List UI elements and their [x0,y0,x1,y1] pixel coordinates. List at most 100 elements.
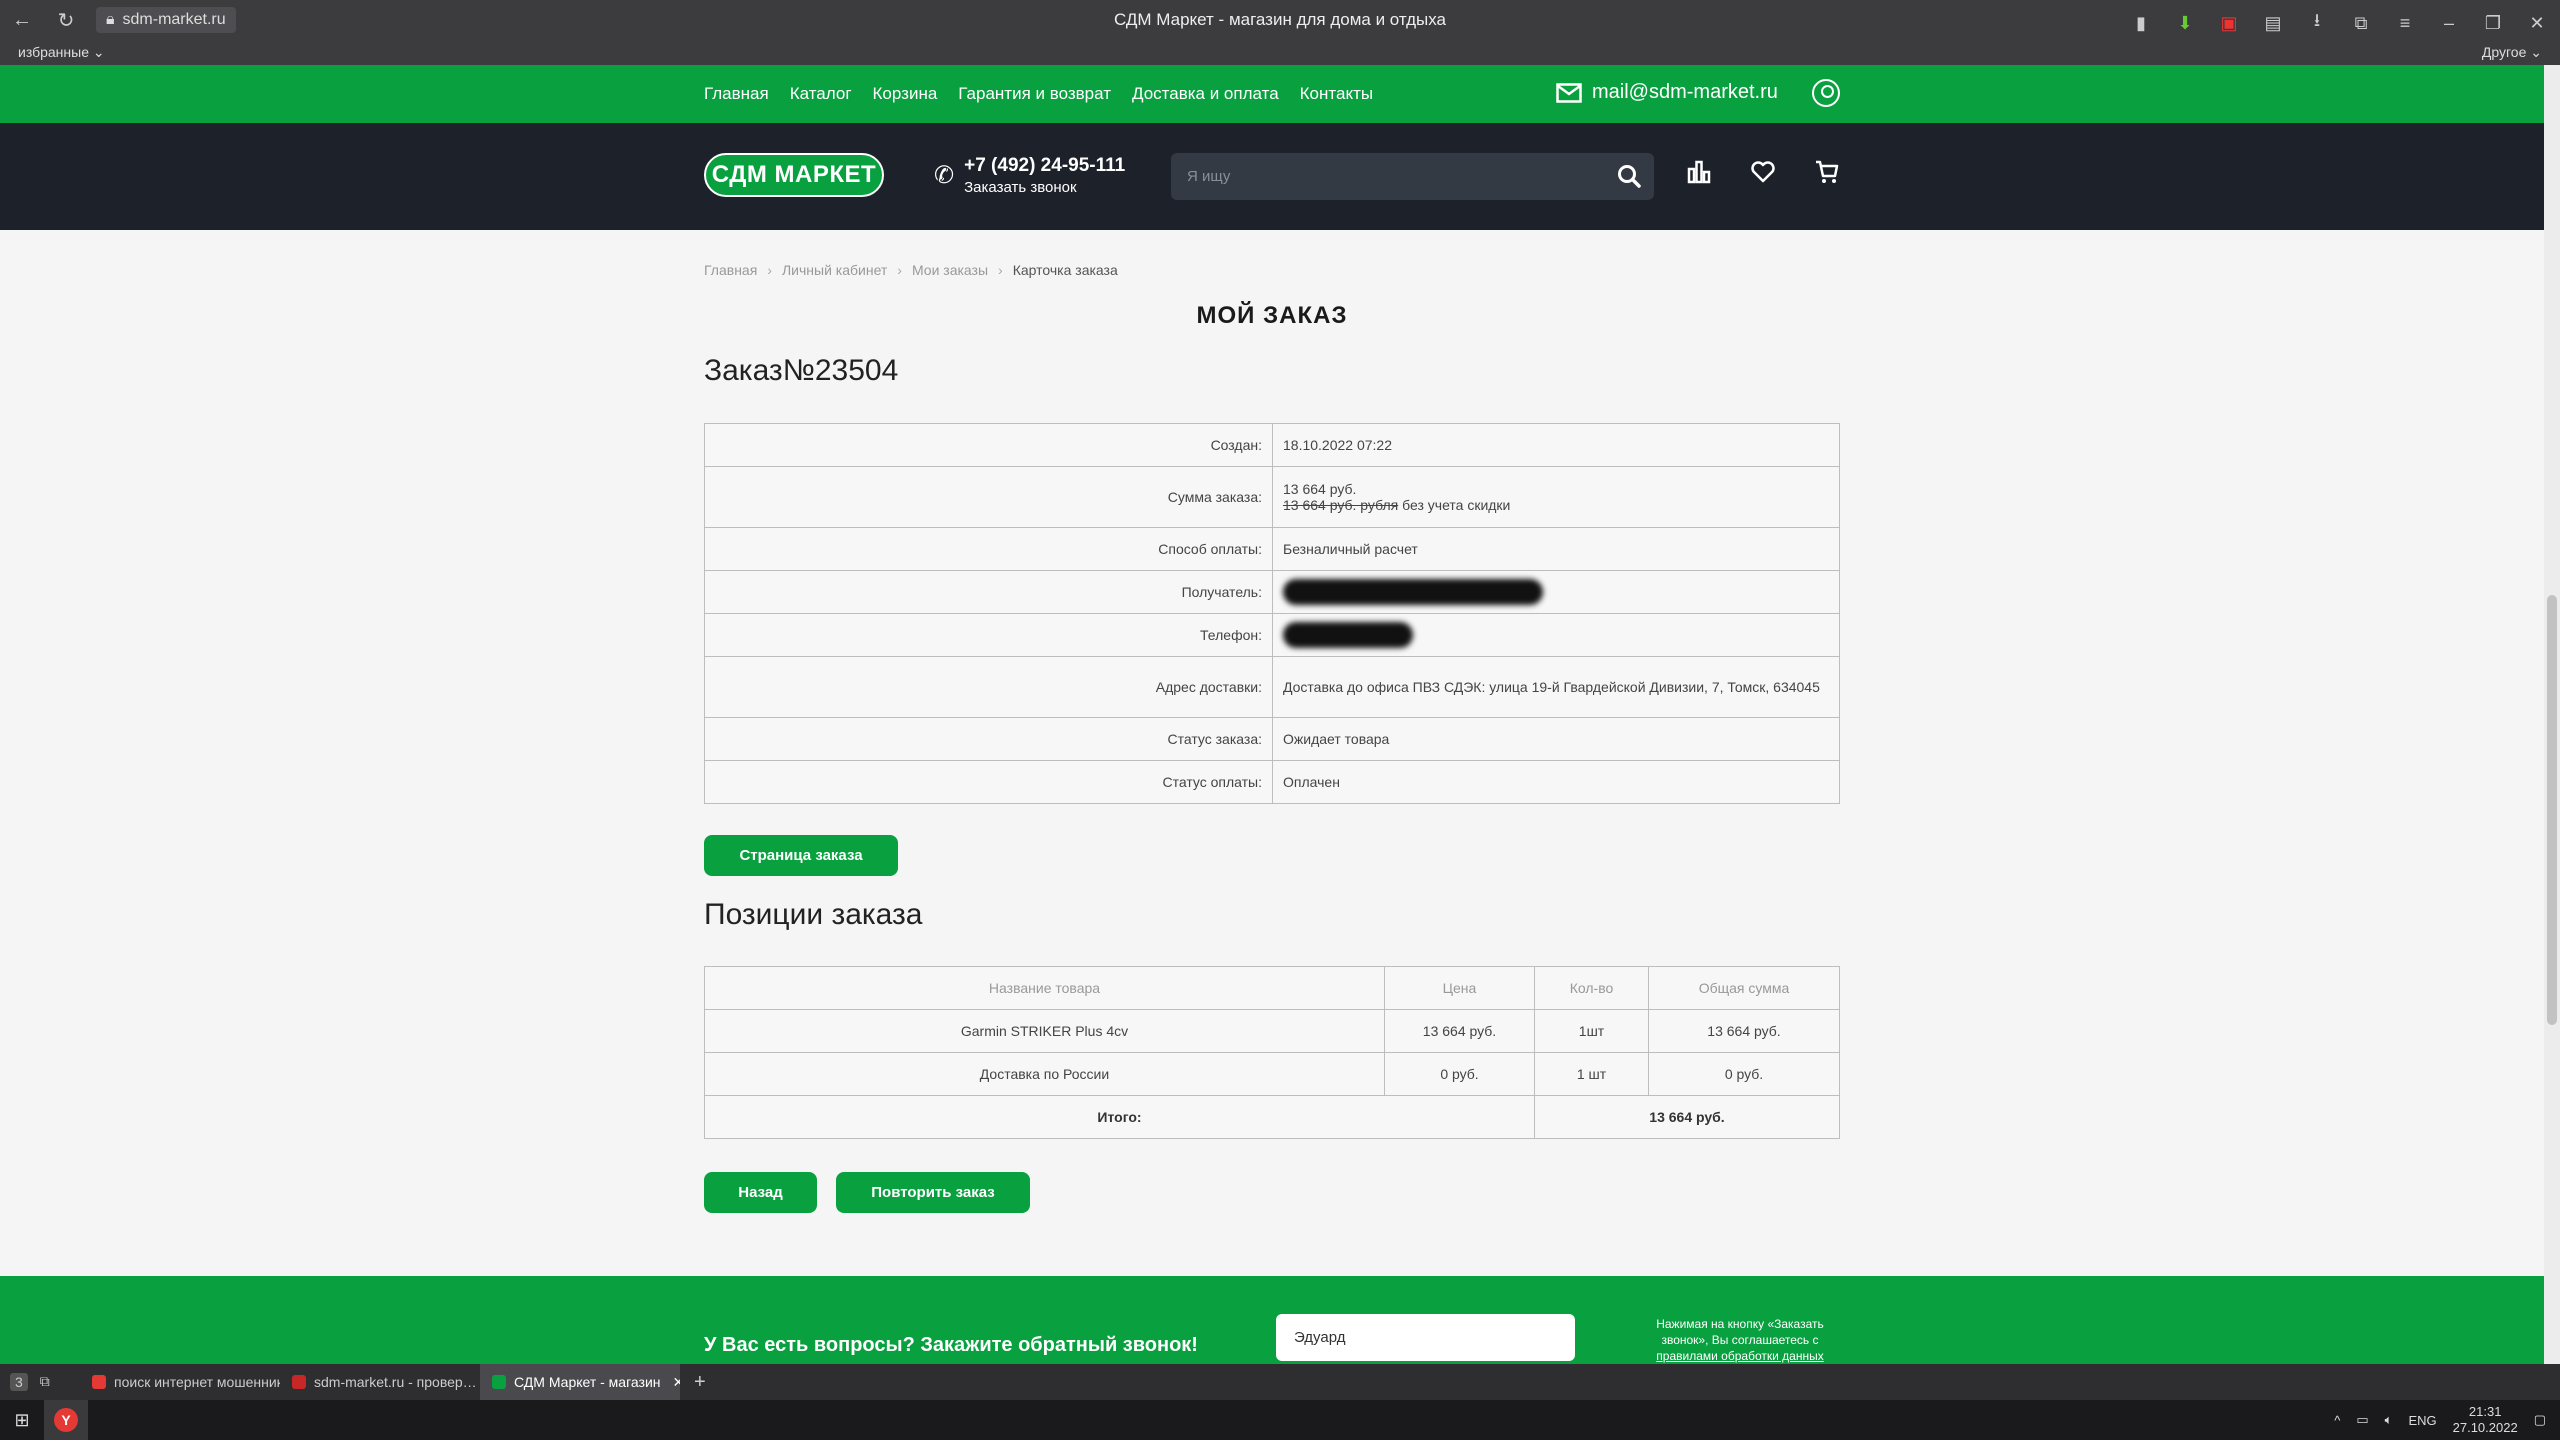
callback-link[interactable]: Заказать звонок [964,179,1125,196]
reload-icon[interactable]: ↻ [44,8,88,33]
bookmarks-bar: избранные ⌄ Другое ⌄ [0,40,2560,65]
tabs-icon[interactable]: ⧉ [40,1373,50,1391]
browser-tabstrip: 3 ⧉ поиск интернет мошенник sdm-market.r… [0,1364,2560,1400]
tab-search[interactable]: поиск интернет мошенник [80,1364,280,1400]
repeat-order-button[interactable]: Повторить заказ [836,1172,1030,1213]
breadcrumb-orders[interactable]: Мои заказы [912,262,988,278]
bookmarks-folder[interactable]: избранные ⌄ [18,44,105,61]
footer-callback: У Вас есть вопросы? Закажите обратный зв… [0,1276,2544,1364]
yandex-browser-icon[interactable]: Y [44,1400,88,1440]
table-row: Способ оплаты: Безналичный расчет [704,527,1840,571]
back-icon[interactable]: ← [0,9,44,32]
extension-icon[interactable]: ⬇ [2174,13,2196,34]
created-value: 18.10.2022 07:22 [1272,423,1840,467]
scroll-thumb[interactable] [2547,595,2557,1025]
table-row: Адрес доставки: Доставка до офиса ПВЗ СД… [704,656,1840,718]
cart-icon[interactable] [1814,159,1840,185]
bookmark-icon[interactable]: ▮ [2130,13,2152,34]
item-qty: 1шт [1534,1009,1649,1053]
window-icon[interactable]: ⧉ [2350,13,2372,34]
page-title: МОЙ ЗАКАЗ [1196,302,1348,329]
positions-title: Позиции заказа [704,898,923,931]
search-input[interactable] [1171,153,1591,200]
phone-value [1272,613,1840,657]
sum-old: 13 664 руб. рубля [1283,497,1399,513]
site-header: СДМ МАРКЕТ ✆ +7 (492) 24-95-111 Заказать… [0,123,2544,230]
email-link[interactable]: mail@sdm-market.ru [1556,81,1778,104]
pay-status-label: Статус оплаты: [704,760,1273,804]
nav-home[interactable]: Главная [704,84,769,104]
nav-delivery[interactable]: Доставка и оплата [1132,84,1279,104]
bookmarks-other[interactable]: Другое ⌄ [2482,44,2542,61]
top-navigation: Главная Каталог Корзина Гарантия и возвр… [0,65,2544,123]
name-input[interactable] [1276,1314,1575,1361]
privacy-link[interactable]: правилами обработки данных [1656,1349,1823,1363]
table-row: Статус оплаты: Оплачен [704,760,1840,804]
chevron-right-icon: › [767,262,772,278]
phone-icon: ✆ [934,162,955,189]
total-label: Итого: [704,1095,1535,1139]
redacted-block [1283,622,1413,648]
chevron-right-icon: › [998,262,1003,278]
clock[interactable]: 21:31 27.10.2022 [2453,1404,2518,1436]
order-page-button[interactable]: Страница заказа [704,835,898,876]
email-text: mail@sdm-market.ru [1592,81,1778,103]
tab-count-badge[interactable]: 3 [10,1373,28,1391]
tab-check[interactable]: sdm-market.ru - провер… [280,1364,480,1400]
close-icon[interactable]: ✕ [2526,13,2548,34]
address-label: Адрес доставки: [704,656,1273,718]
user-account-icon[interactable] [1812,79,1840,107]
search-icon[interactable] [1616,163,1642,189]
extension-icon-2[interactable]: ▣ [2218,13,2240,34]
item-price: 13 664 руб. [1384,1009,1535,1053]
breadcrumb-home[interactable]: Главная [704,262,757,278]
back-button[interactable]: Назад [704,1172,817,1213]
restore-icon[interactable]: ❐ [2482,13,2504,34]
nav-catalog[interactable]: Каталог [790,84,852,104]
lock-icon: 🔒︎ [106,11,115,28]
col-total-header: Общая сумма [1648,966,1840,1010]
mail-icon [1556,82,1582,103]
network-icon[interactable]: ▭ [2356,1412,2368,1428]
breadcrumb-account[interactable]: Личный кабинет [782,262,887,278]
table-row: Получатель: [704,570,1840,614]
sum-label: Сумма заказа: [704,466,1273,528]
scrollbar[interactable] [2544,65,2560,1364]
phone-label: Телефон: [704,613,1273,657]
language-indicator[interactable]: ENG [2408,1413,2436,1428]
nav-cart[interactable]: Корзина [873,84,938,104]
minimize-icon[interactable]: – [2438,13,2460,34]
item-name[interactable]: Garmin STRIKER Plus 4cv [704,1009,1385,1053]
table-row: Статус заказа: Ожидает товара [704,717,1840,761]
status-value: Ожидает товара [1272,717,1840,761]
tab-close-icon[interactable]: ✕ [673,1374,681,1391]
order-items-table: Название товара Цена Кол-во Общая сумма … [704,966,1840,1139]
order-info-table: Создан: 18.10.2022 07:22 Сумма заказа: 1… [704,423,1840,804]
tab-sdm[interactable]: СДМ Маркет - магазин ✕ [480,1364,680,1400]
table-row: Доставка по России 0 руб. 1 шт 0 руб. [704,1052,1840,1096]
col-price-header: Цена [1384,966,1535,1010]
new-tab-icon[interactable]: + [694,1371,706,1394]
download-icon[interactable]: ⭳ [2306,8,2328,38]
reader-icon[interactable]: ▤ [2262,13,2284,34]
nav-warranty[interactable]: Гарантия и возврат [958,84,1111,104]
compare-icon[interactable] [1686,159,1712,185]
url-text: sdm-market.ru [122,11,226,28]
address-bar[interactable]: 🔒︎ sdm-market.ru [96,7,236,33]
tray-up-icon[interactable]: ^ [2334,1413,2340,1428]
windows-start-icon[interactable]: ⊞ [0,1410,44,1431]
table-row: Создан: 18.10.2022 07:22 [704,423,1840,467]
payment-value: Безналичный расчет [1272,527,1840,571]
os-taskbar: ⊞ Y ^ ▭ 🔈︎ ENG 21:31 27.10.2022 ▢ [0,1400,2560,1440]
order-number-title: Заказ№23504 [704,354,899,387]
menu-icon[interactable]: ≡ [2394,13,2416,34]
item-qty: 1 шт [1534,1052,1649,1096]
notifications-icon[interactable]: ▢ [2534,1412,2546,1428]
created-label: Создан: [704,423,1273,467]
favorites-icon[interactable] [1750,159,1776,185]
search-box [1171,153,1654,200]
phone-block[interactable]: ✆ +7 (492) 24-95-111 Заказать звонок [934,155,1125,196]
logo[interactable]: СДМ МАРКЕТ [704,153,884,197]
volume-icon[interactable]: 🔈︎ [2385,1412,2393,1428]
nav-contacts[interactable]: Контакты [1300,84,1373,104]
